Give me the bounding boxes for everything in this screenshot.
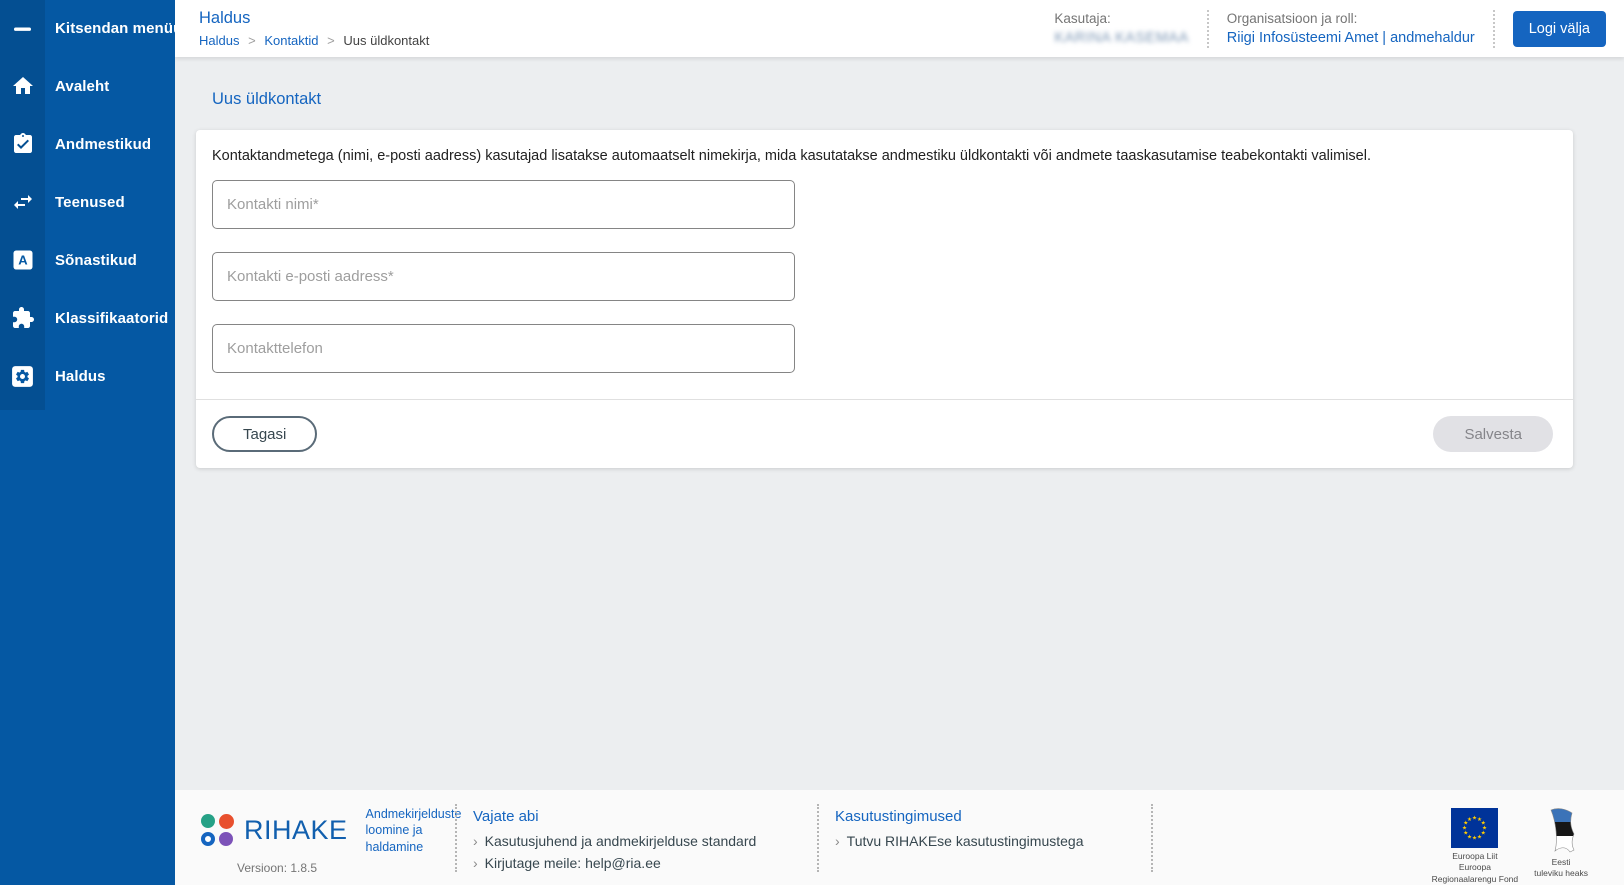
services-swap-icon [0, 190, 45, 214]
svg-text:A: A [18, 253, 28, 268]
sidebar-toggle[interactable]: Kitsendan menüü [0, 0, 175, 57]
sidebar-item-label: Haldus [55, 368, 106, 385]
svg-text:★: ★ [1467, 816, 1472, 823]
card-body: Kontaktandmetega (nimi, e-posti aadress)… [196, 130, 1573, 399]
eu-flag-caption: Euroopa Liit Euroopa Regionaalarengu Fon… [1432, 851, 1518, 885]
topbar: Haldus Haldus > Kontaktid > Uus üldkonta… [175, 0, 1624, 57]
breadcrumb-separator: > [248, 33, 256, 48]
user-label: Kasutaja: [1054, 11, 1188, 26]
dictionaries-a-icon: A [0, 248, 45, 272]
help-block: Vajate abi ›Kasutusjuhend ja andmekirjel… [473, 800, 801, 877]
help-link-email[interactable]: ›Kirjutage meile: help@ria.ee [473, 855, 801, 871]
svg-text:★: ★ [1477, 833, 1482, 840]
help-title: Vajate abi [473, 808, 801, 825]
page-title: Uus üldkontakt [212, 90, 1573, 109]
eu-flag-block: ★★★ ★★★ ★★★ ★★★ Euroopa Liit Euroopa Reg… [1432, 808, 1518, 885]
admin-gear-icon [0, 364, 45, 389]
version-text: Versioon: 1.8.5 [237, 861, 439, 875]
sidebar-item-teenused[interactable]: Teenused [0, 173, 175, 231]
terms-title: Kasutustingimused [835, 808, 1135, 825]
contact-email-input[interactable] [212, 252, 795, 301]
brand-tagline: Andmekirjelduste loomine ja haldamine [366, 806, 462, 855]
field-contact-email [212, 252, 1557, 301]
topbar-left: Haldus Haldus > Kontaktid > Uus üldkonta… [175, 0, 429, 57]
chevron-right-icon: › [473, 855, 478, 871]
sidebar-item-label: Sõnastikud [55, 252, 137, 269]
header-divider [1207, 10, 1209, 48]
estonia-flag-caption: Eesti tuleviku heaks [1534, 857, 1588, 880]
sidebar-item-klassifikaatorid[interactable]: Klassifikaatorid [0, 289, 175, 347]
contact-name-input[interactable] [212, 180, 795, 229]
collapse-menu-icon [0, 17, 45, 41]
sidebar-item-label: Avaleht [55, 78, 109, 95]
org-block: Organisatsioon ja roll: Riigi Infosüstee… [1227, 11, 1475, 46]
field-contact-name [212, 180, 1557, 229]
topbar-right: Kasutaja: KARINA KASEMAA Organisatsioon … [1054, 0, 1624, 57]
breadcrumb: Haldus > Kontaktid > Uus üldkontakt [199, 33, 429, 48]
main-area: Uus üldkontakt Kontaktandmetega (nimi, e… [175, 57, 1624, 790]
card-actions: Tagasi Salvesta [196, 400, 1573, 468]
help-link-manual[interactable]: ›Kasutusjuhend ja andmekirjelduse standa… [473, 833, 801, 849]
section-title: Haldus [199, 9, 429, 28]
contact-phone-input[interactable] [212, 324, 795, 373]
breadcrumb-separator: > [327, 33, 335, 48]
brand-block: RIHAKE Andmekirjelduste loomine ja halda… [195, 800, 439, 875]
footer-divider [1151, 804, 1153, 872]
sidebar-item-avaleht[interactable]: Avaleht [0, 57, 175, 115]
funding-logos: ★★★ ★★★ ★★★ ★★★ Euroopa Liit Euroopa Reg… [1432, 800, 1588, 885]
footer-divider [455, 804, 457, 872]
app-root: Kitsendan menüü Avaleht Andmestikud Teen… [0, 0, 1624, 885]
chevron-right-icon: › [473, 833, 478, 849]
field-contact-phone [212, 324, 1557, 373]
classifiers-puzzle-icon [0, 306, 45, 330]
chevron-right-icon: › [835, 833, 840, 849]
home-icon [0, 74, 45, 98]
brand-name: RIHAKE [244, 815, 348, 846]
form-description: Kontaktandmetega (nimi, e-posti aadress)… [212, 148, 1557, 164]
sidebar-item-andmestikud[interactable]: Andmestikud [0, 115, 175, 173]
sidebar-toggle-label: Kitsendan menüü [55, 20, 182, 37]
contact-form-card: Kontaktandmetega (nimi, e-posti aadress)… [196, 130, 1573, 468]
sidebar-item-haldus[interactable]: Haldus [0, 347, 175, 405]
org-label: Organisatsioon ja roll: [1227, 11, 1475, 26]
header-divider [1493, 10, 1495, 48]
breadcrumb-current: Uus üldkontakt [343, 33, 429, 48]
help-email: help@ria.ee [585, 855, 661, 871]
sidebar-item-label: Teenused [55, 194, 125, 211]
estonia-flag-block: Eesti tuleviku heaks [1534, 808, 1588, 880]
datasets-clipboard-icon [0, 132, 45, 156]
svg-text:★: ★ [1472, 835, 1477, 842]
sidebar-item-sonastikud[interactable]: A Sõnastikud [0, 231, 175, 289]
sidebar-item-label: Klassifikaatorid [55, 310, 168, 327]
breadcrumb-kontaktid[interactable]: Kontaktid [264, 33, 318, 48]
footer-divider [817, 804, 819, 872]
estonia-flag-icon [1544, 808, 1578, 854]
org-value: Riigi Infosüsteemi Amet | andmehaldur [1227, 30, 1475, 46]
sidebar-nav: Avaleht Andmestikud Teenused A Sõnastiku… [0, 57, 175, 405]
back-button[interactable]: Tagasi [212, 416, 317, 452]
eu-flag-icon: ★★★ ★★★ ★★★ ★★★ [1451, 808, 1498, 848]
sidebar-item-label: Andmestikud [55, 136, 151, 153]
user-block: Kasutaja: KARINA KASEMAA [1054, 11, 1188, 46]
user-name: KARINA KASEMAA [1054, 30, 1188, 46]
terms-link[interactable]: ›Tutvu RIHAKEse kasutustingimustega [835, 833, 1135, 849]
breadcrumb-haldus[interactable]: Haldus [199, 33, 239, 48]
content-column: Haldus Haldus > Kontaktid > Uus üldkonta… [175, 0, 1624, 885]
footer: RIHAKE Andmekirjelduste loomine ja halda… [175, 790, 1624, 885]
rihake-logo-dots-icon [201, 814, 234, 847]
terms-block: Kasutustingimused ›Tutvu RIHAKEse kasutu… [835, 800, 1135, 855]
save-button[interactable]: Salvesta [1433, 416, 1553, 452]
logout-button[interactable]: Logi välja [1513, 11, 1606, 47]
sidebar: Kitsendan menüü Avaleht Andmestikud Teen… [0, 0, 175, 885]
